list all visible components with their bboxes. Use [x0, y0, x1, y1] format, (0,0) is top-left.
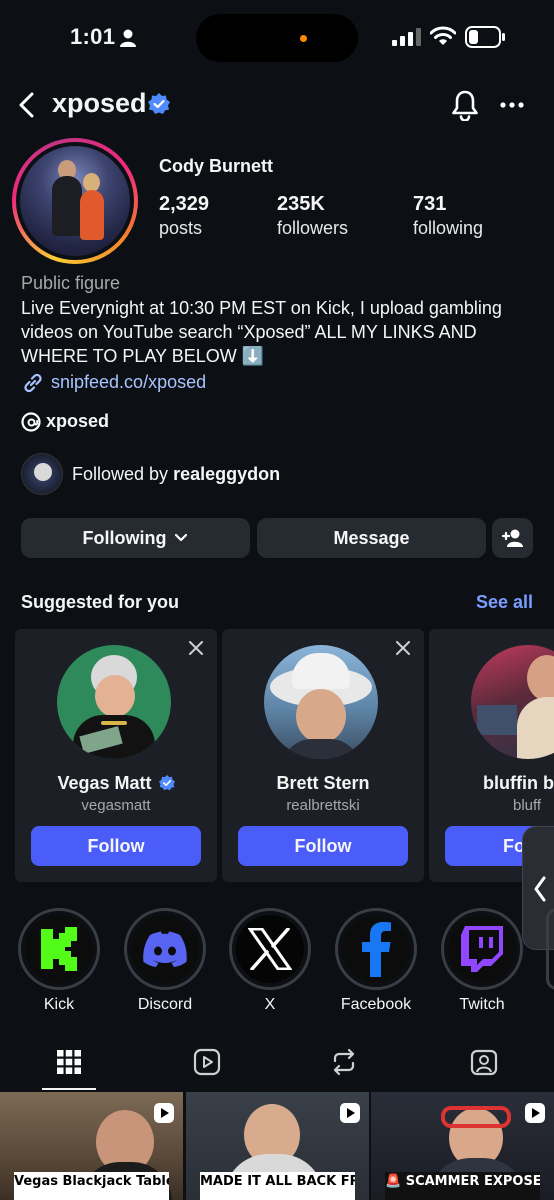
message-button[interactable]: Message	[257, 518, 486, 558]
profile-link-text[interactable]: snipfeed.co/xposed	[51, 372, 206, 393]
post-thumbnail[interactable]: Vegas Blackjack Table	[0, 1092, 183, 1200]
suggestion-name[interactable]: Brett Stern	[222, 773, 424, 794]
post-thumbnail[interactable]: 🚨 SCAMMER EXPOSED 🚨	[371, 1092, 554, 1200]
dynamic-island	[196, 14, 358, 62]
followers-count[interactable]: 235K	[277, 193, 325, 216]
reel-indicator-icon	[525, 1103, 545, 1123]
suggestion-card[interactable]: Brett Stern realbrettski Follow	[222, 629, 424, 882]
grid-icon[interactable]	[55, 1048, 83, 1076]
chevron-left-icon	[534, 876, 546, 902]
threads-handle[interactable]: xposed	[46, 411, 109, 432]
following-count[interactable]: 731	[413, 193, 446, 216]
followed-by-username[interactable]: realeggydon	[173, 464, 280, 484]
reels-icon[interactable]	[193, 1048, 221, 1076]
status-time: 1:01	[70, 24, 116, 49]
suggested-title: Suggested for you	[21, 592, 180, 612]
suggestion-name-text: Vegas Matt	[57, 773, 152, 793]
close-icon[interactable]	[189, 641, 203, 655]
suggest-people-button[interactable]	[492, 518, 533, 558]
facebook-icon	[362, 922, 391, 977]
threads-icon[interactable]	[21, 411, 41, 433]
message-button-label: Message	[333, 527, 410, 548]
suggestion-handle: vegasmatt	[81, 797, 151, 814]
profile-bio: Live Everynight at 10:30 PM EST on Kick,…	[21, 298, 502, 366]
verified-badge-icon	[158, 775, 175, 791]
following-button-label: Following	[82, 527, 167, 548]
highlight-twitch[interactable]	[441, 908, 523, 990]
x-icon	[248, 928, 292, 970]
posts-label[interactable]: posts	[159, 218, 202, 239]
more-options-icon[interactable]	[500, 96, 524, 114]
reel-indicator-icon	[340, 1103, 360, 1123]
see-all-link[interactable]: See all	[476, 592, 533, 613]
notification-bell-icon[interactable]	[450, 89, 480, 121]
battery-icon	[465, 26, 505, 48]
privacy-indicator-dot	[300, 35, 307, 42]
suggestion-name[interactable]: bluffin b	[483, 773, 554, 794]
follow-button[interactable]: Follow	[31, 826, 201, 866]
highlight-label: Discord	[137, 996, 193, 1013]
highlight-more[interactable]	[546, 908, 554, 990]
suggestion-avatar[interactable]	[471, 645, 554, 759]
suggestion-handle: realbrettski	[286, 797, 360, 814]
link-icon	[24, 373, 42, 393]
twitch-icon	[461, 926, 503, 972]
active-tab-indicator	[42, 1088, 96, 1090]
highlight-label: Twitch	[459, 996, 505, 1013]
followed-by-prefix: Followed by	[72, 464, 174, 484]
verified-badge-icon	[148, 93, 170, 114]
highlight-label: Kick	[43, 996, 75, 1013]
suggestion-avatar[interactable]	[57, 645, 171, 759]
profile-category: Public figure	[21, 273, 121, 293]
following-label[interactable]: following	[413, 218, 483, 239]
suggestion-avatar[interactable]	[264, 645, 378, 759]
post-caption: Vegas Blackjack Table	[14, 1172, 169, 1200]
discord-icon	[143, 931, 187, 967]
tagged-icon[interactable]	[470, 1048, 498, 1076]
highlight-discord[interactable]	[124, 908, 206, 990]
wifi-icon	[430, 26, 456, 45]
highlight-x[interactable]	[229, 908, 311, 990]
reel-indicator-icon	[154, 1103, 174, 1123]
posts-count[interactable]: 2,329	[159, 193, 209, 216]
profile-avatar	[20, 146, 130, 256]
suggestion-card[interactable]: Vegas Matt vegasmatt Follow	[15, 629, 217, 882]
highlight-label: Facebook	[340, 996, 412, 1013]
post-caption: 🚨 SCAMMER EXPOSED 🚨	[385, 1172, 540, 1200]
highlight-label: X	[264, 996, 276, 1013]
highlight-kick[interactable]	[18, 908, 100, 990]
person-icon	[120, 29, 136, 47]
following-button[interactable]: Following	[21, 518, 250, 558]
back-icon[interactable]	[14, 90, 40, 120]
mutual-follower-avatar[interactable]	[21, 453, 63, 495]
profile-tab-bar	[0, 1040, 554, 1092]
profile-avatar-story-ring[interactable]	[12, 138, 138, 264]
profile-full-name: Cody Burnett	[159, 156, 273, 176]
reposts-icon[interactable]	[330, 1048, 358, 1076]
close-icon[interactable]	[396, 641, 410, 655]
follow-button[interactable]: Follow	[238, 826, 408, 866]
page-title-username: xposed	[52, 88, 147, 118]
post-caption: MADE IT ALL BACK FROM ONE	[200, 1172, 355, 1200]
followers-label[interactable]: followers	[277, 218, 348, 239]
signal-icon	[392, 28, 421, 46]
suggestion-name[interactable]: Vegas Matt	[15, 773, 217, 794]
suggestion-handle: bluff	[513, 797, 542, 814]
highlight-facebook[interactable]	[335, 908, 417, 990]
kick-icon	[41, 927, 77, 971]
chevron-down-icon	[175, 533, 188, 542]
add-person-icon	[501, 529, 523, 547]
followed-by-text[interactable]: Followed by realeggydon	[72, 464, 280, 485]
post-thumbnail[interactable]: MADE IT ALL BACK FROM ONE	[186, 1092, 369, 1200]
